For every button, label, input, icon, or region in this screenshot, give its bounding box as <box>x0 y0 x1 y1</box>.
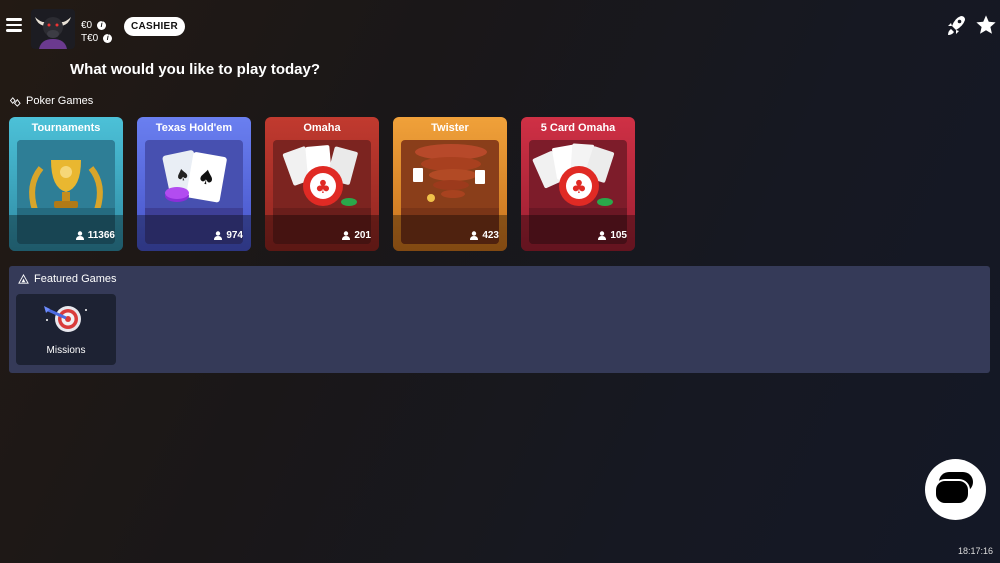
balance-display: €0 i T€0 i <box>81 19 113 45</box>
ticket-balance: T€0 <box>81 33 99 44</box>
player-count-value: 201 <box>354 230 371 241</box>
game-name: Tournaments <box>31 122 101 134</box>
game-card-tournaments[interactable]: Tournaments 11366 <box>9 117 123 251</box>
target-dart-icon <box>44 306 87 332</box>
game-name: Texas Hold'em <box>155 122 233 134</box>
user-icon <box>470 231 479 240</box>
player-count-value: 105 <box>610 230 627 241</box>
star-icon[interactable] <box>975 14 997 36</box>
user-icon <box>75 231 84 240</box>
missions-label: Missions <box>46 345 86 356</box>
player-count-value: 11366 <box>87 230 115 241</box>
featured-games-panel: Featured Games Missions <box>9 266 990 373</box>
game-card-texas-holdem[interactable]: Texas Hold'em ♠ ♠ 974 <box>137 117 251 251</box>
chat-bubbles-icon[interactable] <box>925 459 986 520</box>
info-icon[interactable]: i <box>97 21 107 30</box>
bull-avatar-icon[interactable] <box>31 9 75 49</box>
user-icon <box>342 231 351 240</box>
user-icon <box>598 231 607 240</box>
game-name: Omaha <box>303 122 341 134</box>
game-name: 5 Card Omaha <box>540 122 616 134</box>
player-count: 11366 <box>75 230 115 241</box>
game-name: Twister <box>431 122 469 134</box>
game-card-twister[interactable]: Twister 423 <box>393 117 507 251</box>
poker-suits-icon <box>10 96 21 107</box>
player-count: 105 <box>598 230 627 241</box>
featured-games-heading: Featured Games <box>18 273 117 285</box>
rocket-icon[interactable] <box>946 15 966 37</box>
game-card-omaha[interactable]: Omaha ♣ 201 <box>265 117 379 251</box>
player-count: 201 <box>342 230 371 241</box>
svg-text:♣: ♣ <box>571 177 587 198</box>
player-count: 974 <box>214 230 243 241</box>
poker-games-heading: Poker Games <box>10 95 93 107</box>
user-icon <box>214 231 223 240</box>
section-title: Featured Games <box>34 273 117 285</box>
page-headline: What would you like to play today? <box>70 61 321 78</box>
info-icon[interactable]: i <box>103 34 113 43</box>
player-count-value: 423 <box>482 230 499 241</box>
missions-tile[interactable]: Missions <box>16 294 116 365</box>
section-title: Poker Games <box>26 95 94 107</box>
clock: 18:17:16 <box>958 546 994 556</box>
featured-games-icon <box>18 273 29 284</box>
player-count-value: 974 <box>226 230 243 241</box>
cash-balance: €0 <box>81 20 93 31</box>
hamburger-menu-icon[interactable] <box>6 18 22 32</box>
cashier-button[interactable]: CASHIER <box>124 17 185 36</box>
player-count: 423 <box>470 230 499 241</box>
svg-text:♣: ♣ <box>315 177 331 198</box>
game-card-5-card-omaha[interactable]: 5 Card Omaha ♣ 105 <box>521 117 635 251</box>
top-bar: €0 i T€0 i CASHIER <box>0 0 1000 52</box>
